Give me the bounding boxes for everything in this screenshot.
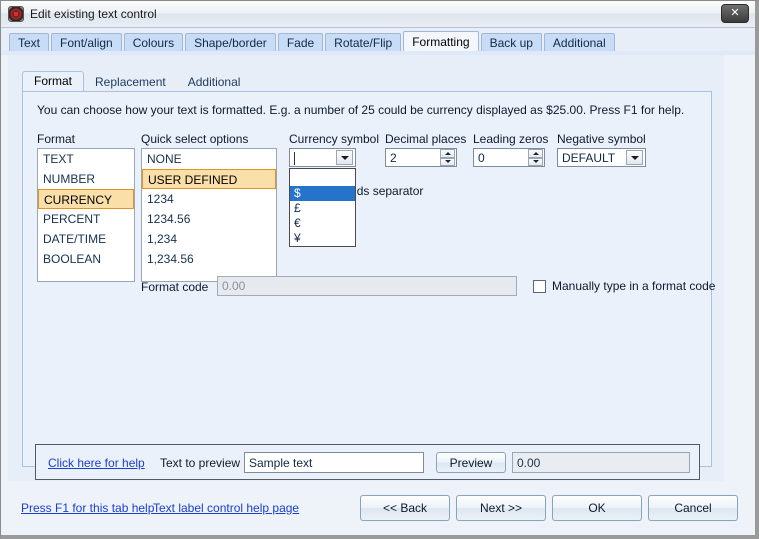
back-button[interactable]: << Back [360,495,450,521]
description-text: You can choose how your text is formatte… [37,103,685,117]
list-item[interactable]: TEXT [38,149,134,169]
tab-font-align[interactable]: Font/align [51,33,122,52]
format-panel: You can choose how your text is formatte… [22,91,715,480]
quick-select-listbox[interactable]: NONE USER DEFINED 1234 1234.56 1,234 1,2… [141,148,277,282]
cancel-button[interactable]: Cancel [648,495,738,521]
manual-format-code-label: Manually type in a format code [552,279,716,293]
currency-symbol-label: Currency symbol [289,132,380,146]
stepper-down-icon[interactable] [440,157,455,166]
text-to-preview-label: Text to preview [160,456,241,470]
inner-tab-bar: Format Replacement Additional [22,71,251,92]
negative-symbol-combo[interactable]: DEFAULT [557,148,646,167]
chevron-down-icon[interactable] [336,150,353,165]
currency-symbol-dropdown[interactable]: $ £ € ¥ [289,168,356,247]
format-code-input[interactable]: 0.00 [217,276,517,296]
list-item-selected[interactable]: CURRENCY [38,189,134,209]
dropdown-item-yen[interactable]: ¥ [290,231,355,246]
tab-rotate-flip[interactable]: Rotate/Flip [325,33,402,52]
list-item[interactable]: 1,234 [142,229,276,249]
list-item[interactable]: NUMBER [38,169,134,189]
tab-text[interactable]: Text [9,33,50,52]
format-code-label: Format code [141,280,209,294]
tab-back-up[interactable]: Back up [480,33,542,52]
format-label: Format [37,132,76,146]
list-item[interactable]: BOOLEAN [38,249,134,269]
negative-symbol-label: Negative symbol [557,132,646,146]
negative-symbol-value: DEFAULT [562,150,616,165]
dropdown-item-euro[interactable]: € [290,216,355,231]
title-bar: Edit existing text control ✕ [1,1,755,28]
stepper-up-icon[interactable] [440,149,455,158]
footer: Press F1 for this tab help Text label co… [1,481,755,536]
leading-zeros-value: 0 [478,150,485,165]
dropdown-item-pound[interactable]: £ [290,201,355,216]
stepper-down-icon[interactable] [528,157,543,166]
tab-formatting[interactable]: Formatting [403,31,479,52]
preview-result-field: 0.00 [512,452,690,473]
chevron-down-icon[interactable] [626,150,643,165]
press-f1-help-link[interactable]: Press F1 for this tab help [21,501,154,515]
inner-tab-format[interactable]: Format [22,71,85,92]
ok-button[interactable]: OK [552,495,642,521]
dropdown-item-blank[interactable] [290,169,355,186]
list-item[interactable]: 1,234.56 [142,249,276,269]
text-to-preview-input[interactable]: Sample text [244,452,424,473]
stepper-up-icon[interactable] [528,149,543,158]
tab-additional[interactable]: Additional [543,33,615,52]
stepper-buttons[interactable] [440,149,455,166]
outer-tab-bar: Text Font/align Colours Shape/border Fad… [1,28,755,52]
tab-colours[interactable]: Colours [123,33,184,52]
inner-tab-additional[interactable]: Additional [177,73,252,92]
list-item[interactable]: DATE/TIME [38,229,134,249]
dropdown-item-dollar[interactable]: $ [290,186,355,201]
window-title: Edit existing text control [30,7,157,21]
currency-symbol-combo[interactable] [289,148,356,167]
close-icon[interactable]: ✕ [721,4,749,23]
list-item-selected[interactable]: USER DEFINED [142,169,276,189]
decimal-places-stepper[interactable]: 2 [385,148,457,167]
decimal-places-label: Decimal places [385,132,467,146]
manual-format-code-checkbox[interactable]: Manually type in a format code [533,279,715,293]
target-icon [8,6,24,22]
stepper-buttons[interactable] [528,149,543,166]
list-item[interactable]: NONE [142,149,276,169]
formatting-pane: Format Replacement Additional You can ch… [8,55,724,481]
format-listbox[interactable]: TEXT NUMBER CURRENCY PERCENT DATE/TIME B… [37,148,135,282]
tab-shape-border[interactable]: Shape/border [185,33,276,52]
list-item[interactable]: 1234 [142,189,276,209]
leading-zeros-label: Leading zeros [473,132,549,146]
next-button[interactable]: Next >> [456,495,546,521]
leading-zeros-stepper[interactable]: 0 [473,148,545,167]
inner-tab-replacement[interactable]: Replacement [84,73,177,92]
list-item[interactable]: PERCENT [38,209,134,229]
list-item[interactable]: 1234.56 [142,209,276,229]
decimal-places-value: 2 [390,150,397,165]
text-cursor [294,152,295,165]
dialog-window: Edit existing text control ✕ Text Font/a… [0,0,759,539]
text-label-control-help-link[interactable]: Text label control help page [153,501,299,515]
preview-button[interactable]: Preview [436,452,506,473]
click-here-for-help-link[interactable]: Click here for help [48,456,145,470]
checkbox-box[interactable] [533,279,546,293]
tab-fade[interactable]: Fade [277,33,324,52]
quick-select-label: Quick select options [141,132,249,146]
preview-group: Click here for help Text to preview Samp… [35,444,700,480]
